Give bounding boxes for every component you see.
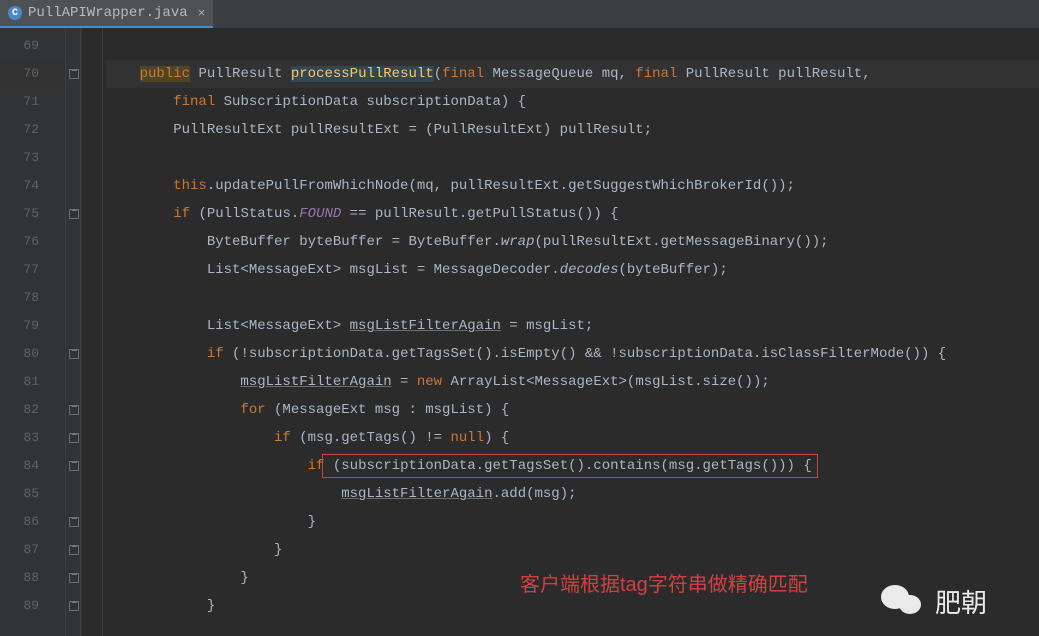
- line-number: 83: [0, 424, 65, 452]
- tab-bar: C PullAPIWrapper.java ×: [0, 0, 1039, 28]
- code-line[interactable]: public PullResult processPullResult(fina…: [106, 60, 1039, 88]
- line-number: 82: [0, 396, 65, 424]
- wechat-icon: [879, 581, 927, 621]
- line-number: 79: [0, 312, 65, 340]
- line-number: 86: [0, 508, 65, 536]
- code-line[interactable]: if (msg.getTags() != null) {: [106, 424, 1039, 452]
- annotation-text: 客户端根据tag字符串做精确匹配: [520, 568, 808, 597]
- line-number: 78: [0, 284, 65, 312]
- code-line[interactable]: }: [106, 536, 1039, 564]
- code-line[interactable]: this.updatePullFromWhichNode(mq, pullRes…: [106, 172, 1039, 200]
- code-line[interactable]: List<MessageExt> msgListFilterAgain = ms…: [106, 312, 1039, 340]
- line-number: 74: [0, 172, 65, 200]
- line-number: 73: [0, 144, 65, 172]
- line-number: 77: [0, 256, 65, 284]
- code-line[interactable]: }: [106, 508, 1039, 536]
- code-line[interactable]: [106, 284, 1039, 312]
- tab-filename: PullAPIWrapper.java: [28, 5, 188, 21]
- line-number: 71: [0, 88, 65, 116]
- code-line[interactable]: msgListFilterAgain = new ArrayList<Messa…: [106, 368, 1039, 396]
- line-number: 88: [0, 564, 65, 592]
- line-number: 85: [0, 480, 65, 508]
- watermark-text: 肥朝: [935, 583, 987, 620]
- line-number: 70: [0, 60, 65, 88]
- gutter: 6970717273747576777879808182838485868788…: [0, 28, 66, 636]
- line-number: 76: [0, 228, 65, 256]
- code-line[interactable]: if (PullStatus.FOUND == pullResult.getPu…: [106, 200, 1039, 228]
- code-line[interactable]: if (subscriptionData.getTagsSet().contai…: [106, 452, 1039, 480]
- code-line[interactable]: ByteBuffer byteBuffer = ByteBuffer.wrap(…: [106, 228, 1039, 256]
- line-number: 69: [0, 32, 65, 60]
- line-number: 84: [0, 452, 65, 480]
- code-line[interactable]: if (!subscriptionData.getTagsSet().isEmp…: [106, 340, 1039, 368]
- class-icon: C: [8, 6, 22, 20]
- line-number: 75: [0, 200, 65, 228]
- line-number: 80: [0, 340, 65, 368]
- code-line[interactable]: List<MessageExt> msgList = MessageDecode…: [106, 256, 1039, 284]
- code-area[interactable]: public PullResult processPullResult(fina…: [66, 28, 1039, 636]
- code-line[interactable]: [106, 32, 1039, 60]
- code-line[interactable]: final SubscriptionData subscriptionData)…: [106, 88, 1039, 116]
- code-line[interactable]: msgListFilterAgain.add(msg);: [106, 480, 1039, 508]
- file-tab[interactable]: C PullAPIWrapper.java ×: [0, 0, 213, 28]
- close-icon[interactable]: ×: [198, 6, 206, 21]
- code-line[interactable]: PullResultExt pullResultExt = (PullResul…: [106, 116, 1039, 144]
- line-number: 87: [0, 536, 65, 564]
- wechat-watermark: 肥朝: [879, 566, 1039, 636]
- line-number: 81: [0, 368, 65, 396]
- code-line[interactable]: [106, 144, 1039, 172]
- line-number: 89: [0, 592, 65, 620]
- editor[interactable]: 6970717273747576777879808182838485868788…: [0, 28, 1039, 636]
- line-number: 72: [0, 116, 65, 144]
- code-line[interactable]: for (MessageExt msg : msgList) {: [106, 396, 1039, 424]
